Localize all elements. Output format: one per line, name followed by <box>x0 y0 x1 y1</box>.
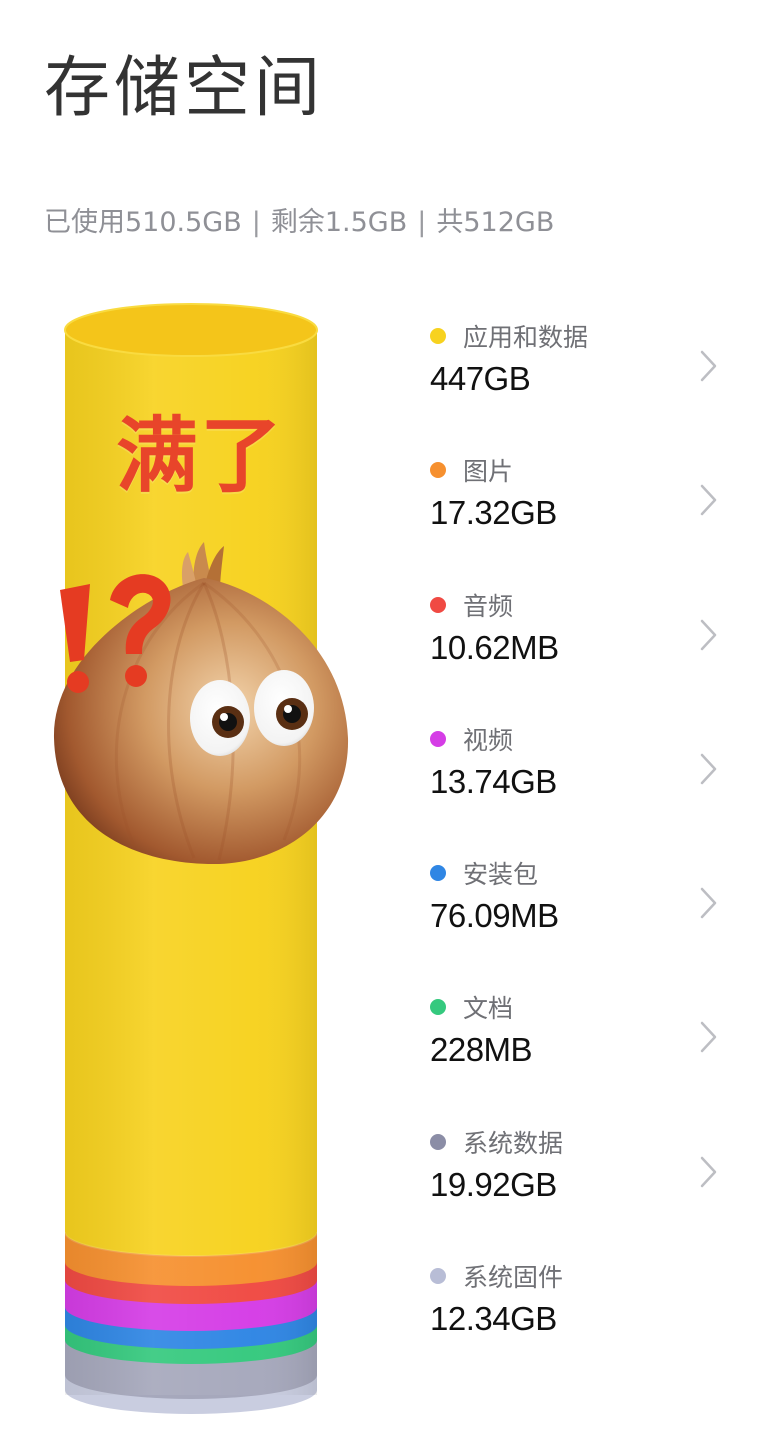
category-audio[interactable]: 音频 10.62MB <box>430 587 750 721</box>
chevron-right-icon <box>700 887 717 919</box>
category-size: 12.34GB <box>430 1300 557 1338</box>
category-label: 音频 <box>463 591 514 621</box>
category-label: 系统固件 <box>463 1263 564 1293</box>
category-label: 应用和数据 <box>463 323 589 352</box>
category-label: 系统数据 <box>463 1128 564 1158</box>
category-color-dot <box>430 328 446 344</box>
total-space: 共512GB <box>436 207 555 238</box>
category-apps-data[interactable]: 应用和数据 447GB <box>430 318 750 452</box>
chevron-right-icon <box>700 1022 717 1053</box>
category-system-data[interactable]: 系统数据 19.92GB <box>430 1124 750 1258</box>
category-label: 图片 <box>463 457 514 487</box>
category-color-dot <box>430 596 446 613</box>
summary-separator: | <box>417 207 427 238</box>
surprised-onion-icon <box>44 528 364 878</box>
chevron-right-icon <box>700 1156 717 1188</box>
category-label: 文档 <box>463 994 514 1024</box>
page-title: 存储空间 <box>44 49 324 126</box>
category-firmware: 系统固件 12.34GB <box>430 1258 750 1392</box>
category-color-dot <box>430 1268 446 1285</box>
category-color-dot <box>430 999 446 1016</box>
category-color-dot <box>430 1133 446 1150</box>
chevron-right-icon <box>700 753 717 785</box>
category-color-dot <box>430 462 446 479</box>
category-apk[interactable]: 安装包 76.09MB <box>430 855 750 989</box>
chevron-right-icon <box>700 350 717 382</box>
chevron-right-icon <box>700 619 717 650</box>
category-color-dot <box>430 730 446 747</box>
storage-summary: 已使用510.5GB | 剩余1.5GB | 共512GB <box>44 200 554 239</box>
category-images[interactable]: 图片 17.32GB <box>430 452 750 586</box>
used-space: 已使用510.5GB <box>44 207 242 238</box>
summary-separator: | <box>251 207 261 238</box>
category-video[interactable]: 视频 13.74GB <box>430 721 750 855</box>
category-label: 视频 <box>463 725 514 755</box>
chevron-right-icon <box>700 485 717 516</box>
free-space: 剩余1.5GB <box>270 207 408 238</box>
full-caption: 满了 <box>116 409 285 504</box>
category-label: 安装包 <box>463 860 539 890</box>
category-documents[interactable]: 文档 228MB <box>430 989 750 1123</box>
category-list: 应用和数据 447GB 图片 17.32GB 音频 10.62MB 视频 13.… <box>430 318 750 1392</box>
category-color-dot <box>430 865 446 882</box>
